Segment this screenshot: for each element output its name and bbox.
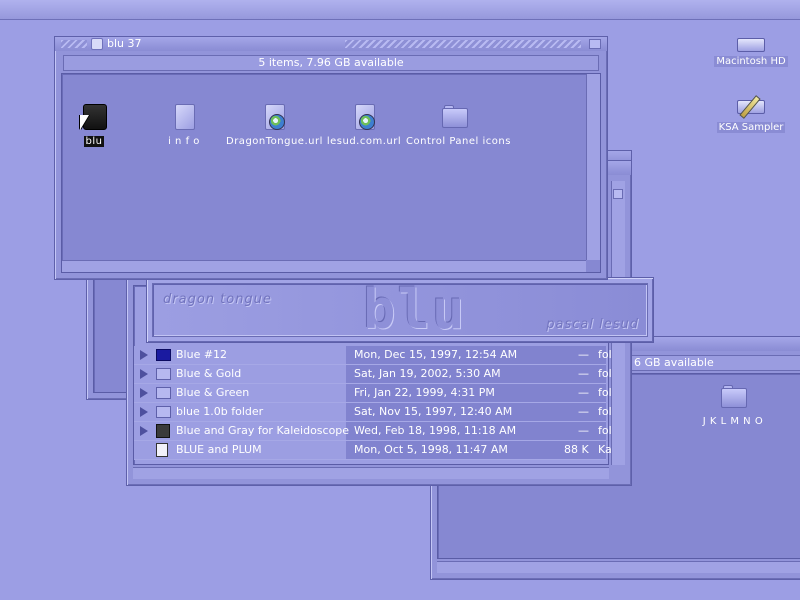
row-size: — [578,405,589,418]
row-size: — [578,367,589,380]
table-row[interactable]: Blue & Green Fri, Jan 22, 1999, 4:31 PM … [134,384,612,403]
row-kind: Ka [598,443,612,456]
front-window-status-bar: 5 items, 7.96 GB available [63,55,599,71]
splash-logo-text: blu [363,278,467,341]
splash-inner: dragon tongue blu pascal lesud [152,278,648,341]
menu-bar[interactable] [0,0,800,20]
titlebar-stripes-left [61,40,87,48]
splash-author-text: pascal lesud [546,317,639,332]
globe-doc-icon [349,102,379,134]
front-window-titlebar[interactable]: blu 37 [55,37,607,51]
right-window-status: 6 GB available [634,356,714,369]
disclosure-triangle-icon[interactable] [140,350,148,360]
front-window-status: 5 items, 7.96 GB available [258,56,404,69]
front-window[interactable]: blu 37 5 items, 7.96 GB available blu i … [54,36,608,280]
row-name: BLUE and PLUM [176,443,262,456]
table-row[interactable]: blue 1.0b folder Sat, Nov 15, 1997, 12:4… [134,403,612,422]
document-icon [169,102,199,134]
disclosure-triangle-icon[interactable] [140,426,148,436]
row-name: Blue #12 [176,348,228,361]
row-date: Mon, Oct 5, 1998, 11:47 AM [354,443,508,456]
icon-lesud-label: lesud.com.url [326,136,402,147]
row-name: blue 1.0b folder [176,405,264,418]
collapse-box-icon[interactable] [589,39,601,49]
icon-control-panel-label: Control Panel icons [406,136,511,147]
row-kind: fol [598,348,612,361]
folder-icon [91,38,103,50]
desktop-icon-ksa-sampler[interactable]: KSA Sampler [706,94,796,133]
folder-jklmno-label: J K L M N O [702,416,764,427]
disclosure-triangle-icon[interactable] [140,407,148,417]
about-splash-panel[interactable]: dragon tongue blu pascal lesud [146,277,654,343]
icon-blu[interactable]: blu [44,102,144,147]
row-date: Sat, Jan 19, 2002, 5:30 AM [354,367,501,380]
icon-control-panel[interactable]: Control Panel icons [404,102,510,147]
folder-icon [156,349,171,361]
front-window-title: blu 37 [107,37,142,50]
disclosure-triangle-icon[interactable] [140,388,148,398]
table-row[interactable]: Blue and Gray for Kaleidoscope Wed, Feb … [134,422,612,441]
row-kind: fol [598,405,612,418]
disclosure-triangle-icon[interactable] [140,369,148,379]
icon-info[interactable]: i n f o [134,102,234,147]
globe-doc-icon [259,102,289,134]
scroll-up-arrow-icon[interactable] [613,189,623,199]
row-kind: fol [598,386,612,399]
folder-icon [156,368,171,380]
icon-dragontongue-label: DragonTongue.url [226,136,323,147]
table-row[interactable]: Blue #12 Mon, Dec 15, 1997, 12:54 AM — f… [134,346,612,365]
table-row[interactable]: BLUE and PLUM Mon, Oct 5, 1998, 11:47 AM… [134,441,612,460]
row-date: Mon, Dec 15, 1997, 12:54 AM [354,348,518,361]
desktop-icon-label: KSA Sampler [716,122,786,133]
mouse-cursor-icon [80,115,89,130]
titlebar-stripes-right [345,40,581,48]
right-window-hscroll[interactable] [437,561,800,573]
folder-icon [439,102,469,134]
document-icon [156,443,168,457]
front-window-vscroll[interactable] [586,74,600,260]
row-date: Wed, Feb 18, 1998, 11:18 AM [354,424,517,437]
pencil-disk-icon [735,94,767,120]
folder-jklmno[interactable]: J K L M N O [683,382,783,427]
row-size: 88 K [564,443,589,456]
table-row[interactable]: Blue & Gold Sat, Jan 19, 2002, 5:30 AM —… [134,365,612,384]
icon-blu-label: blu [83,136,105,147]
list-window-hscroll[interactable] [133,467,609,479]
folder-icon [156,406,171,418]
row-name: Blue & Green [176,386,250,399]
desktop-icon-label: Macintosh HD [714,56,788,67]
row-kind: fol [598,424,612,437]
desktop-icon-macintosh-hd[interactable]: Macintosh HD [706,32,796,67]
icon-lesud-url[interactable]: lesud.com.url [314,102,414,147]
front-window-content: blu i n f o DragonTongue.url lesud.com.u… [61,73,601,273]
folder-icon [718,382,748,414]
row-date: Fri, Jan 22, 1999, 4:31 PM [354,386,495,399]
row-size: — [578,424,589,437]
row-name: Blue and Gray for Kaleidoscope [176,424,350,437]
row-date: Sat, Nov 15, 1997, 12:40 AM [354,405,513,418]
application-icon [156,424,170,438]
icon-dragontongue-url[interactable]: DragonTongue.url [224,102,324,147]
row-size: — [578,348,589,361]
splash-left-text: dragon tongue [163,292,272,307]
front-window-hscroll[interactable] [62,260,586,272]
folder-icon [156,387,171,399]
hard-drive-icon [735,32,767,54]
icon-info-label: i n f o [168,136,200,147]
row-name: Blue & Gold [176,367,242,380]
row-kind: fol [598,367,612,380]
row-size: — [578,386,589,399]
